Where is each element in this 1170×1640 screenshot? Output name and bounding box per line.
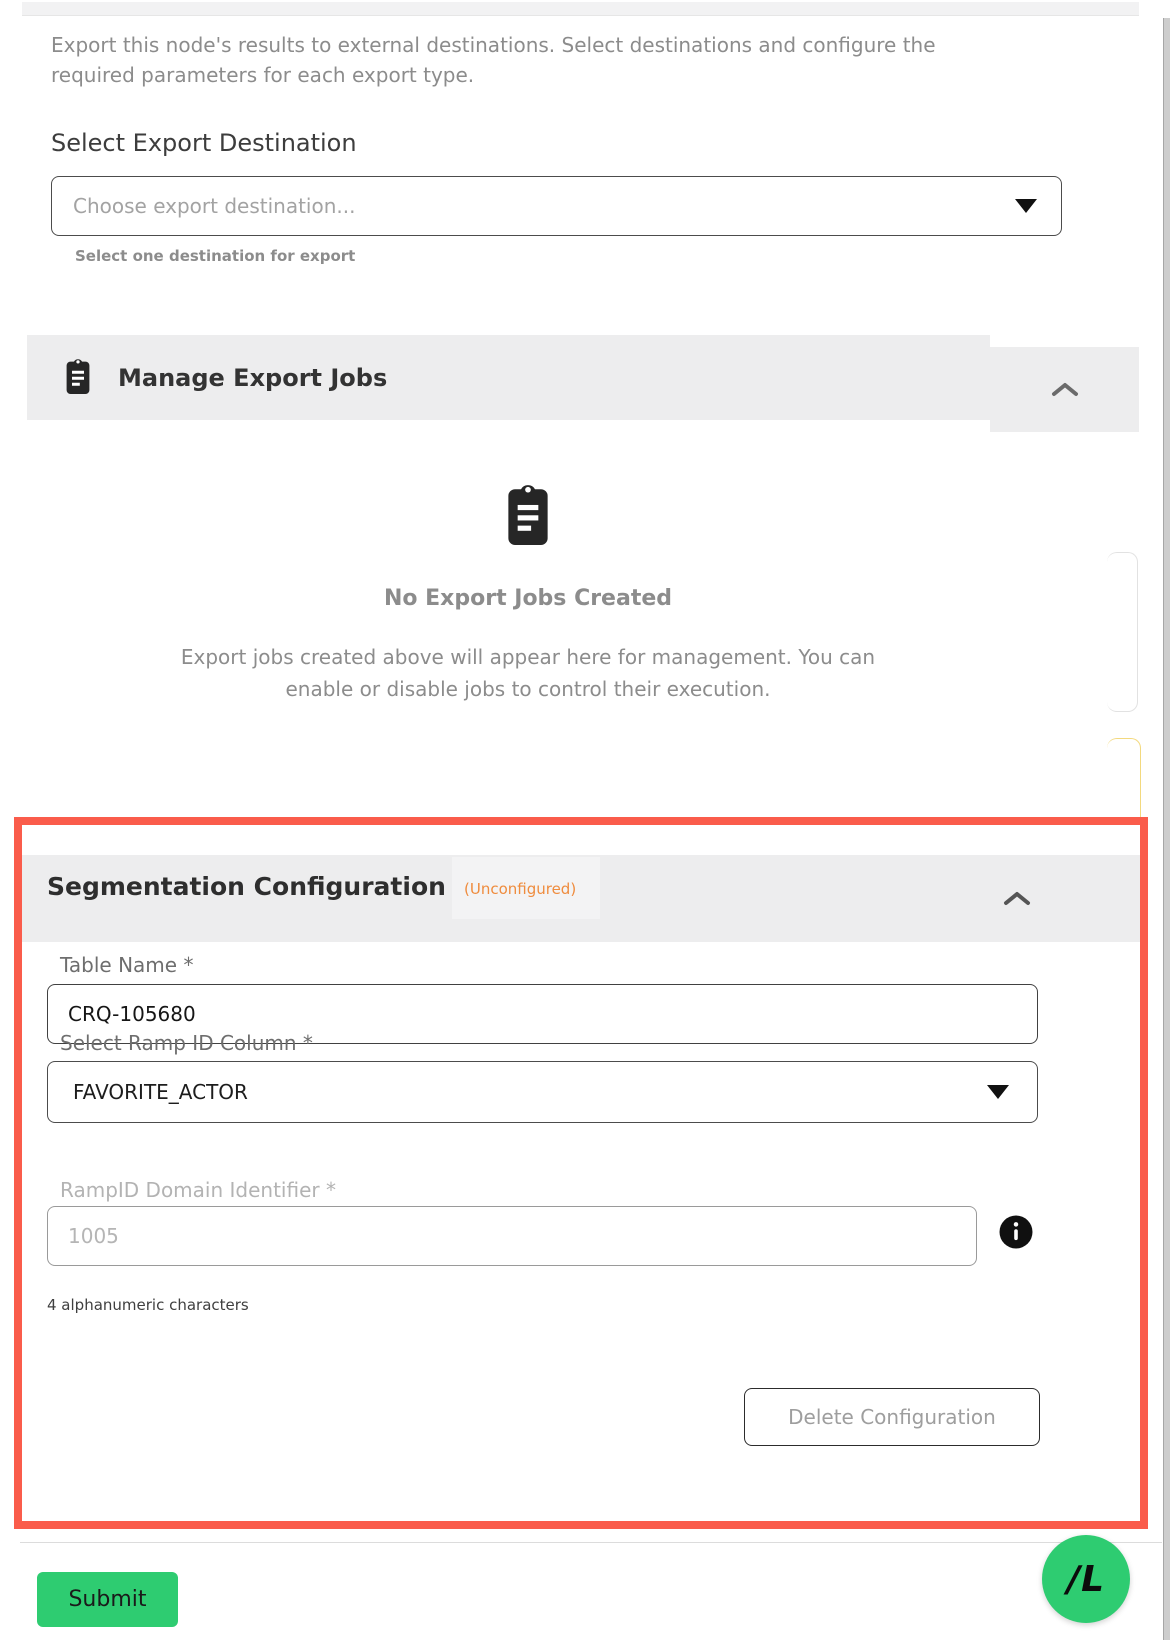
chevron-up-icon[interactable] [1002, 890, 1032, 907]
clipboard-icon [60, 356, 96, 400]
export-destination-helper: Select one destination for export [75, 247, 356, 265]
segmentation-config-title: Segmentation Configuration [47, 872, 446, 901]
ramp-id-column-value: FAVORITE_ACTOR [73, 1080, 248, 1104]
empty-state-description: Export jobs created above will appear he… [180, 645, 876, 701]
footer-divider [20, 1542, 1162, 1543]
export-destination-label: Select Export Destination [51, 129, 357, 157]
domain-identifier-input[interactable] [47, 1206, 977, 1266]
partial-card-edge-warning [1107, 738, 1141, 818]
export-destination-select[interactable]: Choose export destination... [51, 176, 1062, 236]
table-name-label: Table Name * [60, 953, 194, 977]
status-badge: (Unconfigured) [464, 880, 577, 898]
delete-configuration-button[interactable]: Delete Configuration [744, 1388, 1040, 1446]
clipboard-icon [497, 480, 559, 552]
export-jobs-empty-state: No Export Jobs Created Export jobs creat… [27, 480, 1029, 705]
export-destination-placeholder: Choose export destination... [73, 194, 356, 218]
chevron-down-icon [987, 1085, 1009, 1099]
collapsed-section-remnant [22, 2, 1139, 16]
info-icon[interactable] [998, 1214, 1034, 1250]
manage-export-jobs-title: Manage Export Jobs [118, 363, 388, 392]
export-description: Export this node's results to external d… [51, 33, 936, 87]
chevron-down-icon [1015, 199, 1037, 213]
ramp-id-column-label: Select Ramp ID Column * [60, 1031, 313, 1055]
submit-button[interactable]: Submit [37, 1572, 178, 1627]
manage-export-jobs-collapse[interactable] [990, 347, 1139, 432]
manage-export-jobs-header[interactable]: Manage Export Jobs [27, 335, 990, 420]
domain-identifier-label: RampID Domain Identifier * [60, 1178, 336, 1202]
partial-card-edge [1107, 552, 1138, 712]
fab-label: /L [1066, 1558, 1106, 1600]
domain-identifier-helper: 4 alphanumeric characters [47, 1296, 249, 1314]
chevron-up-icon [1051, 383, 1078, 396]
ramp-id-column-select[interactable]: FAVORITE_ACTOR [47, 1061, 1038, 1123]
empty-state-title: No Export Jobs Created [383, 586, 673, 611]
scrollbar[interactable] [1163, 18, 1170, 1640]
quick-action-fab[interactable]: /L [1042, 1535, 1130, 1623]
